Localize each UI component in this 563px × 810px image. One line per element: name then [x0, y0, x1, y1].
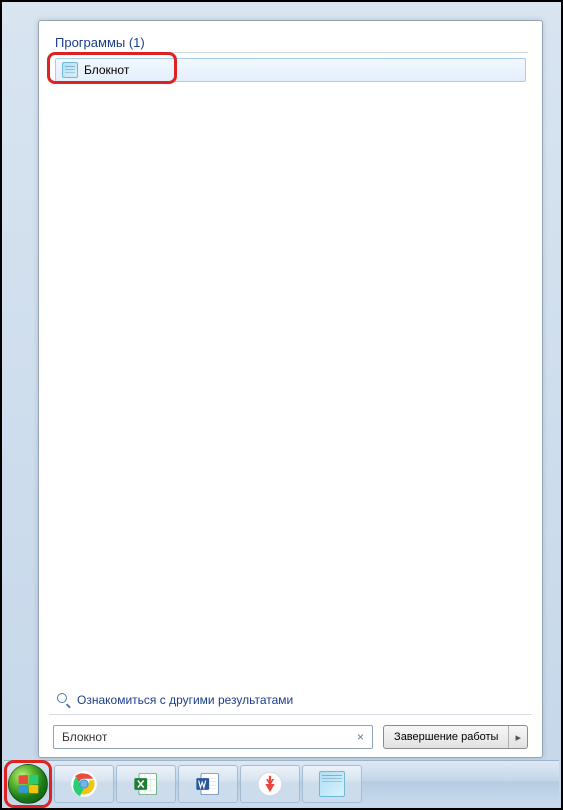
shutdown-button[interactable]: Завершение работы ▸	[383, 725, 528, 749]
taskbar-item-word[interactable]	[178, 765, 238, 803]
see-more-results-link[interactable]: Ознакомиться с другими результатами	[57, 693, 293, 707]
svg-text:Y: Y	[266, 776, 275, 791]
start-button[interactable]	[8, 764, 48, 804]
notepad-icon	[62, 62, 78, 78]
divider	[49, 714, 532, 715]
see-more-label: Ознакомиться с другими результатами	[77, 693, 293, 707]
search-results-area: Программы (1) Блокнот	[53, 31, 528, 677]
notepad-icon	[319, 771, 345, 797]
result-item-notepad[interactable]: Блокнот	[55, 58, 526, 82]
start-button-wrap	[8, 764, 48, 804]
search-icon	[57, 693, 71, 707]
result-item-wrap: Блокнот	[53, 56, 528, 84]
yandex-icon: Y	[256, 770, 284, 798]
search-input[interactable]	[62, 730, 353, 744]
shutdown-menu-arrow[interactable]: ▸	[509, 731, 527, 744]
clear-search-button[interactable]: ×	[353, 730, 368, 744]
taskbar-item-notepad[interactable]	[302, 765, 362, 803]
result-item-label: Блокнот	[84, 63, 129, 77]
shutdown-label: Завершение работы	[384, 726, 509, 748]
screenshot-frame: Программы (1) Блокнот Ознакомиться с дру…	[0, 0, 563, 810]
windows-logo-icon	[19, 774, 39, 793]
results-group-header: Программы (1)	[53, 31, 528, 53]
start-menu-panel: Программы (1) Блокнот Ознакомиться с дру…	[38, 20, 543, 758]
taskbar-item-yandex[interactable]: Y	[240, 765, 300, 803]
search-box[interactable]: ×	[53, 725, 373, 749]
taskbar-item-chrome[interactable]	[54, 765, 114, 803]
excel-icon	[132, 770, 160, 798]
word-icon	[194, 770, 222, 798]
taskbar-item-excel[interactable]	[116, 765, 176, 803]
chrome-icon	[70, 770, 98, 798]
taskbar: Y	[4, 760, 559, 806]
start-menu-bottom-row: × Завершение работы ▸	[53, 725, 528, 749]
